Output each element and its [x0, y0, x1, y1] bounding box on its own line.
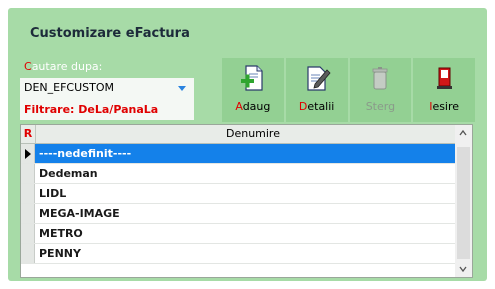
table-row[interactable]: ----nedefinit---- — [21, 144, 470, 164]
grid-corner-label[interactable]: R — [21, 125, 36, 143]
search-field-dropdown[interactable]: DEN_EFCUSTOM — [20, 78, 194, 98]
window-title: Customizare eFactura — [30, 26, 190, 41]
add-button-hotkey: A — [235, 100, 243, 113]
table-row[interactable]: Dedeman — [21, 164, 470, 184]
search-label-text: autare dupa: — [31, 60, 103, 73]
search-by-label: Cautare dupa: — [24, 60, 102, 73]
chevron-down-icon[interactable] — [459, 265, 467, 273]
grid-rows: ----nedefinit---- Dedeman LIDL MEGA-IMAG… — [21, 144, 470, 264]
row-selector[interactable] — [21, 144, 35, 163]
details-button[interactable]: Detalii — [285, 58, 348, 122]
add-button-label: daug — [242, 100, 271, 113]
cell-denumire[interactable]: LIDL — [35, 184, 470, 203]
cell-denumire[interactable]: METRO — [35, 224, 470, 243]
chevron-up-icon[interactable] — [459, 129, 467, 137]
search-field-value: DEN_EFCUSTOM — [24, 81, 115, 94]
details-button-label: etalii — [307, 100, 335, 113]
chevron-down-icon[interactable] — [178, 86, 186, 91]
cell-denumire[interactable]: MEGA-IMAGE — [35, 204, 470, 223]
exit-door-icon — [437, 67, 453, 89]
row-selector[interactable] — [21, 204, 35, 223]
delete-button-label: Sterg — [365, 100, 396, 113]
cell-denumire[interactable]: PENNY — [35, 244, 470, 263]
grid-header: R Denumire — [21, 125, 470, 144]
search-label-hotkey: C — [24, 60, 32, 73]
delete-button[interactable]: Sterg — [349, 58, 412, 122]
add-button[interactable]: Adaug — [222, 58, 284, 122]
toolbar: Adaug Detalii Sterg Iesire — [222, 58, 475, 122]
trash-icon — [372, 67, 388, 90]
table-row[interactable]: PENNY — [21, 244, 470, 264]
table-row[interactable]: METRO — [21, 224, 470, 244]
row-selector[interactable] — [21, 184, 35, 203]
row-selector[interactable] — [21, 244, 35, 263]
filter-range-text: Filtrare: DeLa/PanaLa — [24, 103, 159, 116]
table-row[interactable]: LIDL — [21, 184, 470, 204]
cell-denumire[interactable]: Dedeman — [35, 164, 470, 183]
row-selector[interactable] — [21, 224, 35, 243]
data-grid: R Denumire ----nedefinit---- Dedeman LID… — [20, 124, 473, 278]
edit-document-icon — [307, 66, 331, 91]
cell-denumire[interactable]: ----nedefinit---- — [35, 144, 470, 163]
exit-button-label: esire — [432, 100, 460, 113]
table-row[interactable]: MEGA-IMAGE — [21, 204, 470, 224]
current-row-pointer-icon — [25, 149, 31, 159]
column-header-denumire[interactable]: Denumire — [36, 125, 470, 143]
vertical-scrollbar[interactable] — [455, 125, 472, 277]
row-selector[interactable] — [21, 164, 35, 183]
add-document-icon — [240, 65, 263, 91]
exit-button[interactable]: Iesire — [413, 58, 475, 122]
filter-range-field[interactable]: Filtrare: DeLa/PanaLa — [20, 98, 194, 120]
scrollbar-thumb[interactable] — [457, 147, 470, 259]
